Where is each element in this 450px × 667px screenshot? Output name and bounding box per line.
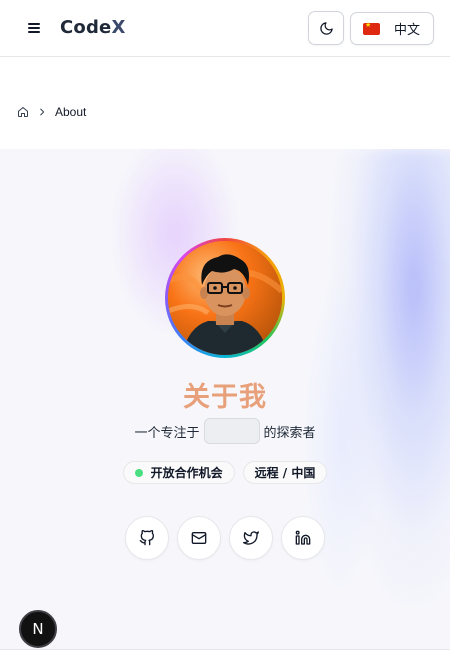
theme-toggle-button[interactable]: [308, 11, 344, 45]
github-icon: [139, 530, 154, 546]
language-switcher[interactable]: 中文: [350, 12, 434, 45]
avatar-ring: [165, 238, 285, 358]
breadcrumb: About: [17, 104, 86, 120]
brand-prefix: Code: [60, 17, 112, 38]
location-badge: 远程 / 中国: [242, 461, 328, 484]
badge-label: 远程 / 中国: [254, 466, 316, 480]
breadcrumb-current: About: [55, 105, 87, 119]
twitter-link[interactable]: [229, 516, 273, 560]
brand-suffix: X: [111, 17, 126, 38]
linkedin-icon: [295, 530, 311, 545]
email-link[interactable]: [177, 516, 221, 560]
page-title: 关于我: [183, 382, 267, 413]
status-badges: 开放合作机会 远程 / 中国: [0, 461, 450, 484]
dev-tools-label: N: [32, 620, 44, 638]
about-hero: 关于我 一个专注于 的探索者 开放合作机会 远程 / 中国: [0, 149, 450, 649]
chevron-right-icon: [40, 108, 45, 116]
tagline: 一个专注于 的探索者: [0, 418, 450, 444]
hamburger-icon: [28, 23, 40, 33]
status-dot-icon: [134, 468, 143, 477]
moon-icon: [319, 21, 333, 35]
language-label: 中文: [394, 23, 421, 38]
footer-divider: [0, 649, 450, 650]
twitter-icon: [243, 531, 259, 545]
brand-logo[interactable]: CodeX: [60, 17, 126, 38]
mail-icon: [191, 532, 207, 544]
avatar: [168, 241, 282, 355]
china-flag-icon: [363, 21, 380, 35]
linkedin-link[interactable]: [281, 516, 325, 560]
dev-tools-button[interactable]: N: [19, 610, 57, 648]
social-links: [0, 516, 450, 560]
tagline-prefix: 一个专注于: [134, 425, 200, 441]
rotating-keyword-box: [203, 418, 260, 444]
badge-label: 开放合作机会: [150, 466, 223, 480]
status-badge-open: 开放合作机会: [122, 461, 235, 484]
top-navbar: CodeX 中文: [0, 0, 450, 57]
home-icon[interactable]: [17, 106, 29, 118]
avatar-illustration: [168, 241, 282, 355]
menu-button[interactable]: [22, 17, 46, 39]
github-link[interactable]: [125, 516, 169, 560]
tagline-suffix: 的探索者: [263, 425, 316, 441]
